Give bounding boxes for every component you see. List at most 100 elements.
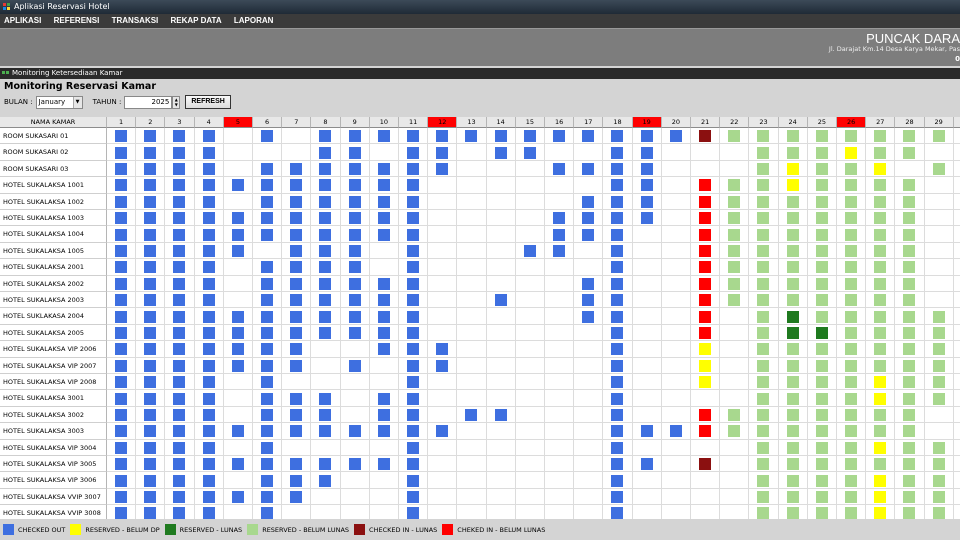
- status-box[interactable]: [903, 212, 916, 225]
- day-cell[interactable]: [486, 275, 516, 292]
- status-box[interactable]: [115, 179, 128, 192]
- day-cell[interactable]: [428, 374, 458, 391]
- day-cell[interactable]: [194, 488, 224, 506]
- status-box[interactable]: [494, 294, 507, 307]
- day-cell[interactable]: [165, 406, 195, 424]
- status-box[interactable]: [582, 212, 595, 225]
- day-cell[interactable]: [136, 193, 166, 210]
- status-box[interactable]: [319, 326, 332, 339]
- status-box[interactable]: [115, 277, 128, 290]
- day-cell[interactable]: [399, 406, 429, 424]
- status-box[interactable]: [144, 195, 157, 208]
- day-cell[interactable]: [165, 177, 195, 194]
- day-cell[interactable]: [223, 193, 253, 210]
- day-cell[interactable]: [807, 390, 837, 407]
- day-cell[interactable]: [194, 456, 224, 473]
- status-box[interactable]: [407, 392, 420, 405]
- day-cell[interactable]: [924, 144, 954, 161]
- day-cell[interactable]: [603, 144, 633, 161]
- status-box[interactable]: [815, 425, 828, 438]
- day-cell[interactable]: [632, 259, 662, 276]
- status-box[interactable]: [261, 261, 274, 274]
- day-cell[interactable]: [749, 160, 779, 178]
- day-cell[interactable]: [107, 390, 137, 407]
- day-cell[interactable]: [778, 472, 808, 489]
- day-cell[interactable]: [953, 357, 960, 374]
- day-cell[interactable]: [165, 226, 195, 243]
- status-box[interactable]: [669, 425, 682, 438]
- day-cell[interactable]: [661, 242, 691, 260]
- day-cell[interactable]: [691, 210, 721, 227]
- day-cell[interactable]: [165, 488, 195, 506]
- status-box[interactable]: [874, 310, 887, 323]
- status-box[interactable]: [757, 507, 770, 520]
- menu-transaksi[interactable]: TRANSAKSI: [112, 16, 159, 25]
- status-box[interactable]: [845, 474, 858, 487]
- day-cell[interactable]: [574, 144, 604, 161]
- day-cell[interactable]: [661, 259, 691, 276]
- day-cell[interactable]: [837, 242, 867, 260]
- day-cell[interactable]: [807, 406, 837, 424]
- day-cell[interactable]: [486, 177, 516, 194]
- day-cell[interactable]: [574, 275, 604, 292]
- day-cell[interactable]: [749, 128, 779, 145]
- day-cell[interactable]: [253, 308, 283, 325]
- day-cell[interactable]: [223, 177, 253, 194]
- status-box[interactable]: [173, 195, 186, 208]
- status-box[interactable]: [115, 474, 128, 487]
- status-box[interactable]: [903, 474, 916, 487]
- status-box[interactable]: [553, 130, 566, 143]
- status-box[interactable]: [348, 294, 361, 307]
- day-cell[interactable]: [194, 406, 224, 424]
- status-box[interactable]: [611, 343, 624, 356]
- day-cell[interactable]: [574, 128, 604, 145]
- status-box[interactable]: [202, 490, 215, 503]
- status-box[interactable]: [407, 195, 420, 208]
- status-box[interactable]: [582, 162, 595, 175]
- day-cell[interactable]: [282, 177, 312, 194]
- status-box[interactable]: [845, 294, 858, 307]
- day-cell[interactable]: [486, 292, 516, 309]
- status-box[interactable]: [115, 195, 128, 208]
- day-cell[interactable]: [866, 488, 896, 506]
- status-box[interactable]: [728, 294, 741, 307]
- menu-aplikasi[interactable]: APLIKASI: [4, 16, 41, 25]
- status-box[interactable]: [261, 326, 274, 339]
- status-box[interactable]: [144, 425, 157, 438]
- day-cell[interactable]: [603, 193, 633, 210]
- day-cell[interactable]: [165, 292, 195, 309]
- day-cell[interactable]: [895, 177, 925, 194]
- status-box[interactable]: [786, 425, 799, 438]
- day-cell[interactable]: [223, 144, 253, 161]
- day-cell[interactable]: [691, 374, 721, 391]
- day-cell[interactable]: [457, 144, 487, 161]
- day-cell[interactable]: [457, 259, 487, 276]
- day-cell[interactable]: [895, 456, 925, 473]
- day-cell[interactable]: [136, 357, 166, 374]
- day-cell[interactable]: [311, 259, 341, 276]
- status-box[interactable]: [757, 408, 770, 421]
- status-box[interactable]: [261, 425, 274, 438]
- status-box[interactable]: [173, 162, 186, 175]
- day-cell[interactable]: [253, 160, 283, 178]
- status-box[interactable]: [815, 474, 828, 487]
- day-cell[interactable]: [545, 242, 575, 260]
- day-cell[interactable]: [223, 308, 253, 325]
- day-cell[interactable]: [778, 357, 808, 374]
- status-box[interactable]: [173, 244, 186, 257]
- status-box[interactable]: [815, 277, 828, 290]
- status-box[interactable]: [815, 507, 828, 520]
- status-box[interactable]: [115, 146, 128, 159]
- day-cell[interactable]: [953, 210, 960, 227]
- day-cell[interactable]: [194, 472, 224, 489]
- day-cell[interactable]: [953, 341, 960, 358]
- status-box[interactable]: [202, 179, 215, 192]
- status-box[interactable]: [786, 294, 799, 307]
- status-box[interactable]: [932, 376, 945, 389]
- status-box[interactable]: [436, 162, 449, 175]
- status-box[interactable]: [290, 244, 303, 257]
- day-cell[interactable]: [953, 308, 960, 325]
- status-box[interactable]: [786, 130, 799, 143]
- day-cell[interactable]: [399, 259, 429, 276]
- day-cell[interactable]: [486, 439, 516, 456]
